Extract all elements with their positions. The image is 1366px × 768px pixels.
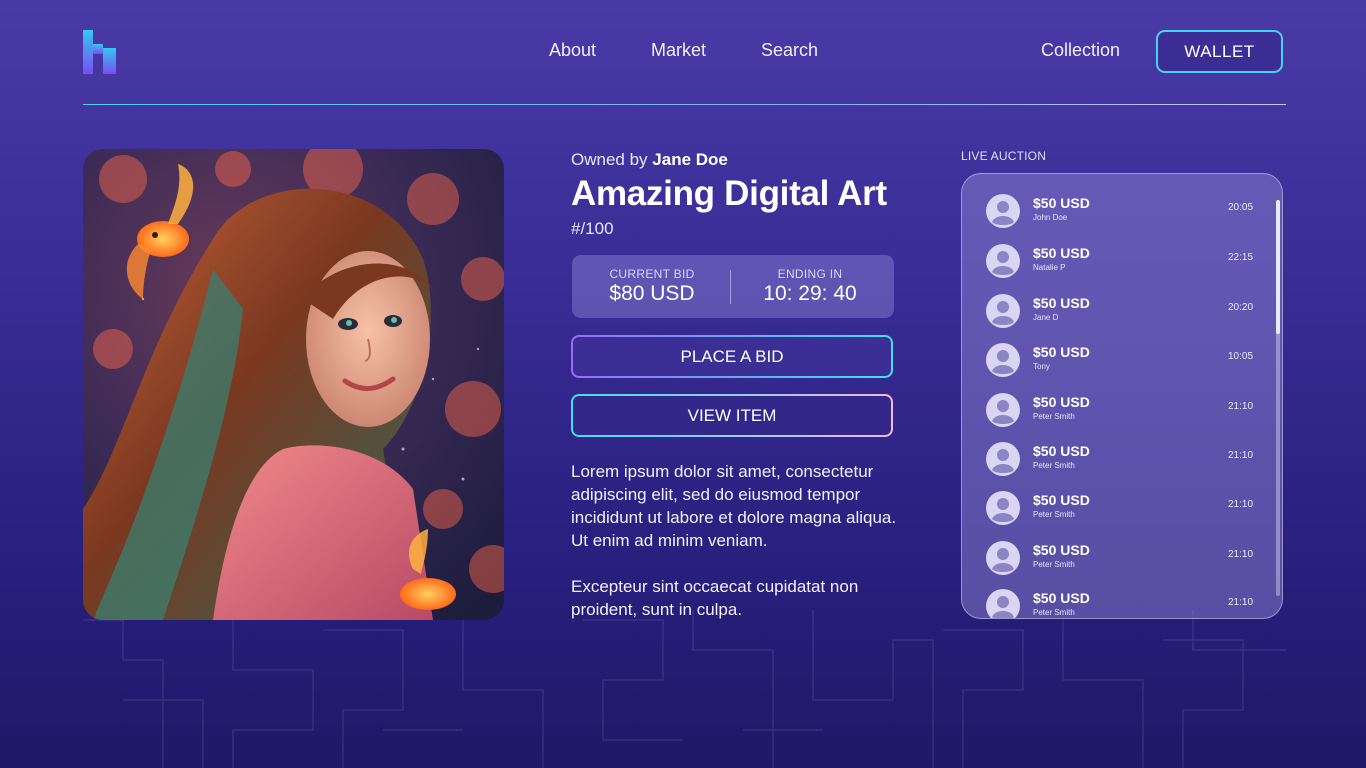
bid-row[interactable]: $50 USD Natalie P 22:15 xyxy=(962,238,1282,284)
current-bid-value: $80 USD xyxy=(609,282,695,305)
h-logo-icon[interactable] xyxy=(83,30,117,74)
wallet-button[interactable]: WALLET xyxy=(1156,30,1283,73)
user-avatar-icon xyxy=(986,343,1020,377)
owner-name[interactable]: Jane Doe xyxy=(652,150,728,169)
nav-about[interactable]: About xyxy=(549,40,596,61)
artwork-image[interactable] xyxy=(83,149,504,620)
current-bid: CURRENT BID $80 USD xyxy=(572,267,732,306)
user-avatar-icon xyxy=(986,393,1020,427)
bid-time: 21:10 xyxy=(1228,499,1254,510)
ending-in: ENDING IN 10: 29: 40 xyxy=(730,267,890,306)
user-avatar-icon xyxy=(986,294,1020,328)
live-auction-panel[interactable]: $50 USD John Doe 20:05 $50 USD Natalie P 22:1… xyxy=(961,173,1283,619)
bid-amount: $50 USD xyxy=(1033,245,1090,261)
bidder-name: John Doe xyxy=(1033,213,1068,222)
ending-in-countdown: 10: 29: 40 xyxy=(763,282,857,305)
bidder-name: Jane D xyxy=(1033,313,1059,322)
item-title: Amazing Digital Art xyxy=(571,174,887,213)
user-avatar-icon xyxy=(986,491,1020,525)
bid-row[interactable]: $50 USD Tony 10:05 xyxy=(962,337,1282,383)
scrollbar-thumb[interactable] xyxy=(1276,200,1280,334)
bid-time: 21:10 xyxy=(1228,401,1254,412)
user-avatar-icon xyxy=(986,194,1020,228)
ending-in-label: ENDING IN xyxy=(777,267,843,281)
nav-search[interactable]: Search xyxy=(761,40,818,61)
bid-time: 22:15 xyxy=(1228,252,1254,263)
bid-time: 10:05 xyxy=(1228,351,1254,362)
bid-row[interactable]: $50 USD Peter Smith 21:10 xyxy=(962,387,1282,433)
bidder-name: Natalie P xyxy=(1033,263,1066,272)
bid-row[interactable]: $50 USD Peter Smith 21:10 xyxy=(962,485,1282,531)
current-bid-label: CURRENT BID xyxy=(609,267,695,281)
nav-market[interactable]: Market xyxy=(651,40,706,61)
live-auction-label: LIVE AUCTION xyxy=(961,149,1047,163)
background-pattern xyxy=(83,610,1286,768)
owned-prefix: Owned by xyxy=(571,150,648,169)
bid-amount: $50 USD xyxy=(1033,344,1090,360)
bid-time: 20:20 xyxy=(1228,302,1254,313)
bid-row[interactable]: $50 USD Peter Smith 21:10 xyxy=(962,436,1282,482)
item-description-1: Lorem ipsum dolor sit amet, consectetur … xyxy=(571,462,897,550)
place-bid-button[interactable]: PLACE A BID xyxy=(571,335,893,378)
user-avatar-icon xyxy=(986,442,1020,476)
bid-time: 21:10 xyxy=(1228,549,1254,560)
bid-time: 21:10 xyxy=(1228,597,1254,608)
bid-amount: $50 USD xyxy=(1033,195,1090,211)
item-edition: #/100 xyxy=(571,219,614,238)
bid-time: 21:10 xyxy=(1228,450,1254,461)
user-avatar-icon xyxy=(986,244,1020,278)
bidder-name: Peter Smith xyxy=(1033,608,1075,617)
bid-amount: $50 USD xyxy=(1033,443,1090,459)
owner-line: Owned by Jane Doe xyxy=(571,150,728,170)
bid-amount: $50 USD xyxy=(1033,295,1090,311)
bidder-name: Peter Smith xyxy=(1033,461,1075,470)
bid-row[interactable]: $50 USD Peter Smith 21:10 xyxy=(962,535,1282,581)
bid-amount: $50 USD xyxy=(1033,590,1090,606)
bid-amount: $50 USD xyxy=(1033,492,1090,508)
bid-info-box: CURRENT BID $80 USD ENDING IN 10: 29: 40 xyxy=(572,255,894,318)
item-description-2: Excepteur sint occaecat cupidatat non pr… xyxy=(571,577,859,619)
bid-row[interactable]: $50 USD Jane D 20:20 xyxy=(962,288,1282,334)
bidder-name: Tony xyxy=(1033,362,1050,371)
bid-amount: $50 USD xyxy=(1033,542,1090,558)
bidder-name: Peter Smith xyxy=(1033,510,1075,519)
nav-collection[interactable]: Collection xyxy=(1041,40,1120,61)
bidder-name: Peter Smith xyxy=(1033,412,1075,421)
bid-amount: $50 USD xyxy=(1033,394,1090,410)
bid-time: 20:05 xyxy=(1228,202,1254,213)
user-avatar-icon xyxy=(986,589,1020,618)
bidder-name: Peter Smith xyxy=(1033,560,1075,569)
user-avatar-icon xyxy=(986,541,1020,575)
bid-row[interactable]: $50 USD John Doe 20:05 xyxy=(962,188,1282,234)
header-divider xyxy=(83,104,1286,105)
bid-row[interactable]: $50 USD Peter Smith 21:10 xyxy=(962,583,1282,618)
view-item-button[interactable]: VIEW ITEM xyxy=(571,394,893,437)
